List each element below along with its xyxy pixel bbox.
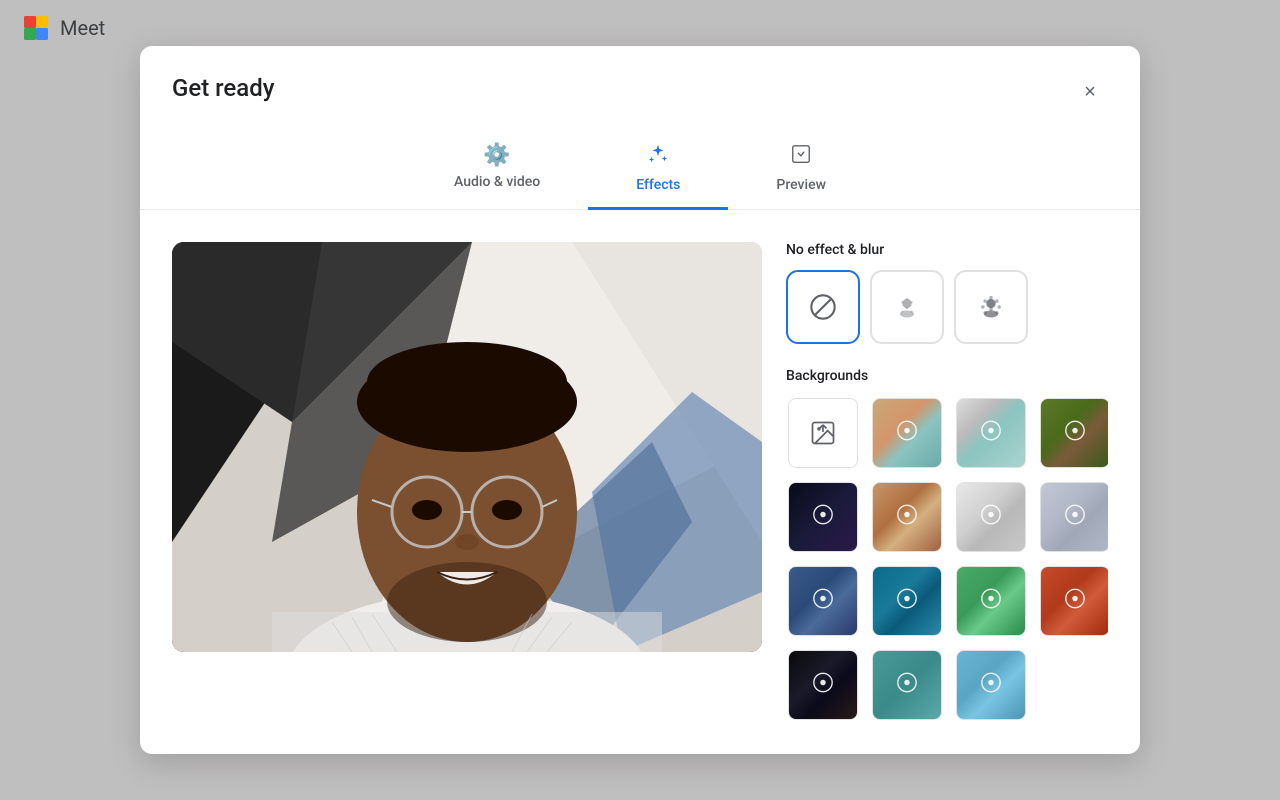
bg-sofa-button[interactable] bbox=[786, 564, 860, 638]
preview-icon bbox=[790, 143, 812, 171]
bg-sky-button[interactable] bbox=[954, 648, 1028, 722]
effects-panel: No effect & blur bbox=[786, 242, 1108, 722]
tab-audio-video-label: Audio & video bbox=[454, 174, 540, 190]
bg-underwater-inner bbox=[872, 566, 942, 636]
bg-office-inner bbox=[956, 482, 1026, 552]
bg-night-button[interactable] bbox=[786, 648, 860, 722]
bg-office-button[interactable] bbox=[954, 480, 1028, 554]
effects-icon bbox=[647, 143, 669, 171]
bg-play-icon10 bbox=[980, 588, 1002, 615]
bg-play-icon2 bbox=[980, 420, 1002, 447]
bg-plants-inner bbox=[1040, 398, 1108, 468]
upload-icon bbox=[809, 419, 837, 447]
tab-audio-video[interactable]: ⚙️ Audio & video bbox=[406, 131, 588, 210]
bg-play-icon14 bbox=[980, 672, 1002, 699]
bg-upload-inner bbox=[788, 398, 858, 468]
bg-plants-button[interactable] bbox=[1038, 396, 1108, 470]
bg-play-icon8 bbox=[812, 588, 834, 615]
blur-strong-button[interactable] bbox=[954, 270, 1028, 344]
camera-preview-svg bbox=[172, 242, 762, 652]
bg-space-inner bbox=[788, 482, 858, 552]
bg-play-icon3 bbox=[1064, 420, 1086, 447]
bg-beach-button[interactable] bbox=[954, 564, 1028, 638]
app-header: Meet bbox=[0, 0, 125, 56]
bg-outdoor1-inner bbox=[872, 398, 942, 468]
tab-preview-label: Preview bbox=[776, 177, 826, 193]
bg-outdoor1-button[interactable] bbox=[870, 396, 944, 470]
bg-earth-button[interactable] bbox=[1038, 564, 1108, 638]
bg-play-icon6 bbox=[980, 504, 1002, 531]
modal-title: Get ready bbox=[172, 74, 275, 102]
no-effect-icon bbox=[809, 293, 837, 321]
bg-space-button[interactable] bbox=[786, 480, 860, 554]
bg-sky-inner bbox=[956, 650, 1026, 720]
bg-play-icon5 bbox=[896, 504, 918, 531]
bg-play-icon7 bbox=[1064, 504, 1086, 531]
bg-play-icon13 bbox=[896, 672, 918, 699]
blur-light-icon bbox=[893, 293, 921, 321]
get-ready-modal: Get ready × ⚙️ Audio & video Effects bbox=[140, 46, 1140, 754]
bg-sofa-inner bbox=[788, 566, 858, 636]
bg-play-icon9 bbox=[896, 588, 918, 615]
modal-header: Get ready × bbox=[140, 46, 1140, 110]
bg-play-icon4 bbox=[812, 504, 834, 531]
bg-earth-inner bbox=[1040, 566, 1108, 636]
no-effect-buttons bbox=[786, 270, 1108, 344]
bg-play-icon bbox=[896, 420, 918, 447]
tab-bar: ⚙️ Audio & video Effects Preview bbox=[140, 130, 1140, 210]
no-effect-button[interactable] bbox=[786, 270, 860, 344]
bg-cafe-inner bbox=[872, 482, 942, 552]
bg-night-inner bbox=[788, 650, 858, 720]
bg-modern-button[interactable] bbox=[1038, 480, 1108, 554]
bg-play-icon11 bbox=[1064, 588, 1086, 615]
tab-effects-label: Effects bbox=[636, 177, 680, 193]
camera-preview bbox=[172, 242, 762, 652]
settings-icon: ⚙️ bbox=[483, 143, 510, 168]
meet-logo-icon bbox=[20, 12, 52, 44]
close-button[interactable]: × bbox=[1072, 74, 1108, 110]
bg-upload-button[interactable] bbox=[786, 396, 860, 470]
camera-preview-inner bbox=[172, 242, 762, 652]
backgrounds-grid bbox=[786, 396, 1108, 722]
bg-outdoor2-inner bbox=[956, 398, 1026, 468]
tab-effects[interactable]: Effects bbox=[588, 131, 728, 210]
bg-underwater-button[interactable] bbox=[870, 564, 944, 638]
bg-teal-inner bbox=[872, 650, 942, 720]
bg-cafe-button[interactable] bbox=[870, 480, 944, 554]
bg-outdoor2-button[interactable] bbox=[954, 396, 1028, 470]
blur-strong-icon bbox=[977, 293, 1005, 321]
bg-teal-button[interactable] bbox=[870, 648, 944, 722]
app-name: Meet bbox=[60, 16, 105, 40]
no-effect-section-title: No effect & blur bbox=[786, 242, 1108, 258]
blur-light-button[interactable] bbox=[870, 270, 944, 344]
backgrounds-section-title: Backgrounds bbox=[786, 368, 1108, 384]
tab-preview[interactable]: Preview bbox=[728, 131, 874, 210]
bg-modern-inner bbox=[1040, 482, 1108, 552]
modal-body: No effect & blur bbox=[140, 210, 1140, 754]
bg-play-icon12 bbox=[812, 672, 834, 699]
bg-beach-inner bbox=[956, 566, 1026, 636]
